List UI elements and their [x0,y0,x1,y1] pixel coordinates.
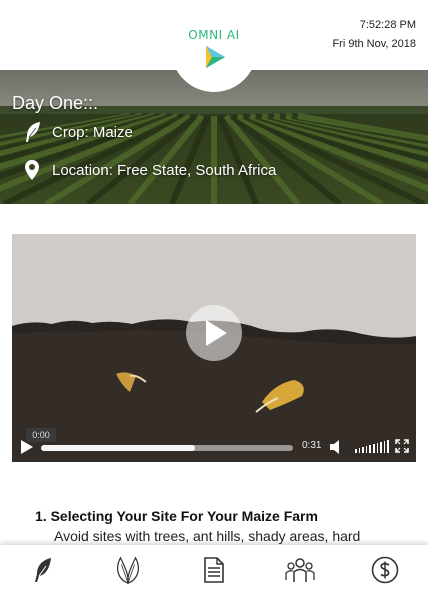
logo-text: OMNI AI [188,28,240,42]
clock: 7:52:28 PM Fri 9th Nov, 2018 [332,16,416,54]
location-pin-icon [24,159,42,181]
dollar-icon [371,556,399,584]
nav-item-crop[interactable] [28,555,58,585]
volume-bar [372,444,375,453]
play-icon [206,320,227,346]
volume-bar [362,447,364,453]
volume-bar [387,440,389,453]
guide-article: 1. Selecting Your Site For Your Maize Fa… [35,508,415,544]
volume-bar [376,443,379,453]
crop-label: Crop: Maize [52,123,133,141]
feather-icon [24,121,42,143]
leaves-icon [117,556,139,584]
app-logo[interactable]: OMNI AI [171,0,257,92]
crop-row: Crop: Maize [24,121,133,143]
nav-item-plants[interactable] [113,555,143,585]
volume-bar [369,445,371,453]
video-duration: 0:31 [302,440,322,451]
location-row: Location: Free State, South Africa [24,159,276,181]
article-heading: 1. Selecting Your Site For Your Maize Fa… [35,508,318,524]
fullscreen-icon[interactable] [395,439,409,453]
day-title: Day One::. [12,93,99,113]
volume-bar [365,446,368,453]
app-screen: 7:52:28 PM Fri 9th Nov, 2018 OMNI AI Day… [0,0,428,595]
article-body: Avoid sites with trees, ant hills, shady… [54,528,361,544]
big-play-button[interactable] [186,305,242,361]
volume-bar [380,442,382,453]
nav-item-finance[interactable] [370,555,400,585]
seek-bar[interactable] [41,445,293,451]
play-control-icon[interactable] [20,440,34,454]
clock-date: Fri 9th Nov, 2018 [332,38,416,50]
community-icon [285,558,315,582]
volume-bar [355,449,357,453]
location-label: Location: Free State, South Africa [52,161,277,179]
volume-bar [358,448,361,453]
video-player[interactable]: 0:00 0:31 [12,234,416,462]
feather-icon [35,558,51,582]
video-controls: 0:31 [12,432,416,462]
speaker-icon[interactable] [330,440,342,454]
nav-item-community[interactable] [285,555,315,585]
play-logo-icon [206,46,225,68]
volume-slider[interactable] [355,439,389,453]
nav-item-notes[interactable] [199,555,229,585]
seek-progress [41,445,195,451]
document-icon [204,557,224,583]
clock-time: 7:52:28 PM [359,19,416,31]
bottom-nav [0,545,428,595]
volume-bar [383,441,386,453]
